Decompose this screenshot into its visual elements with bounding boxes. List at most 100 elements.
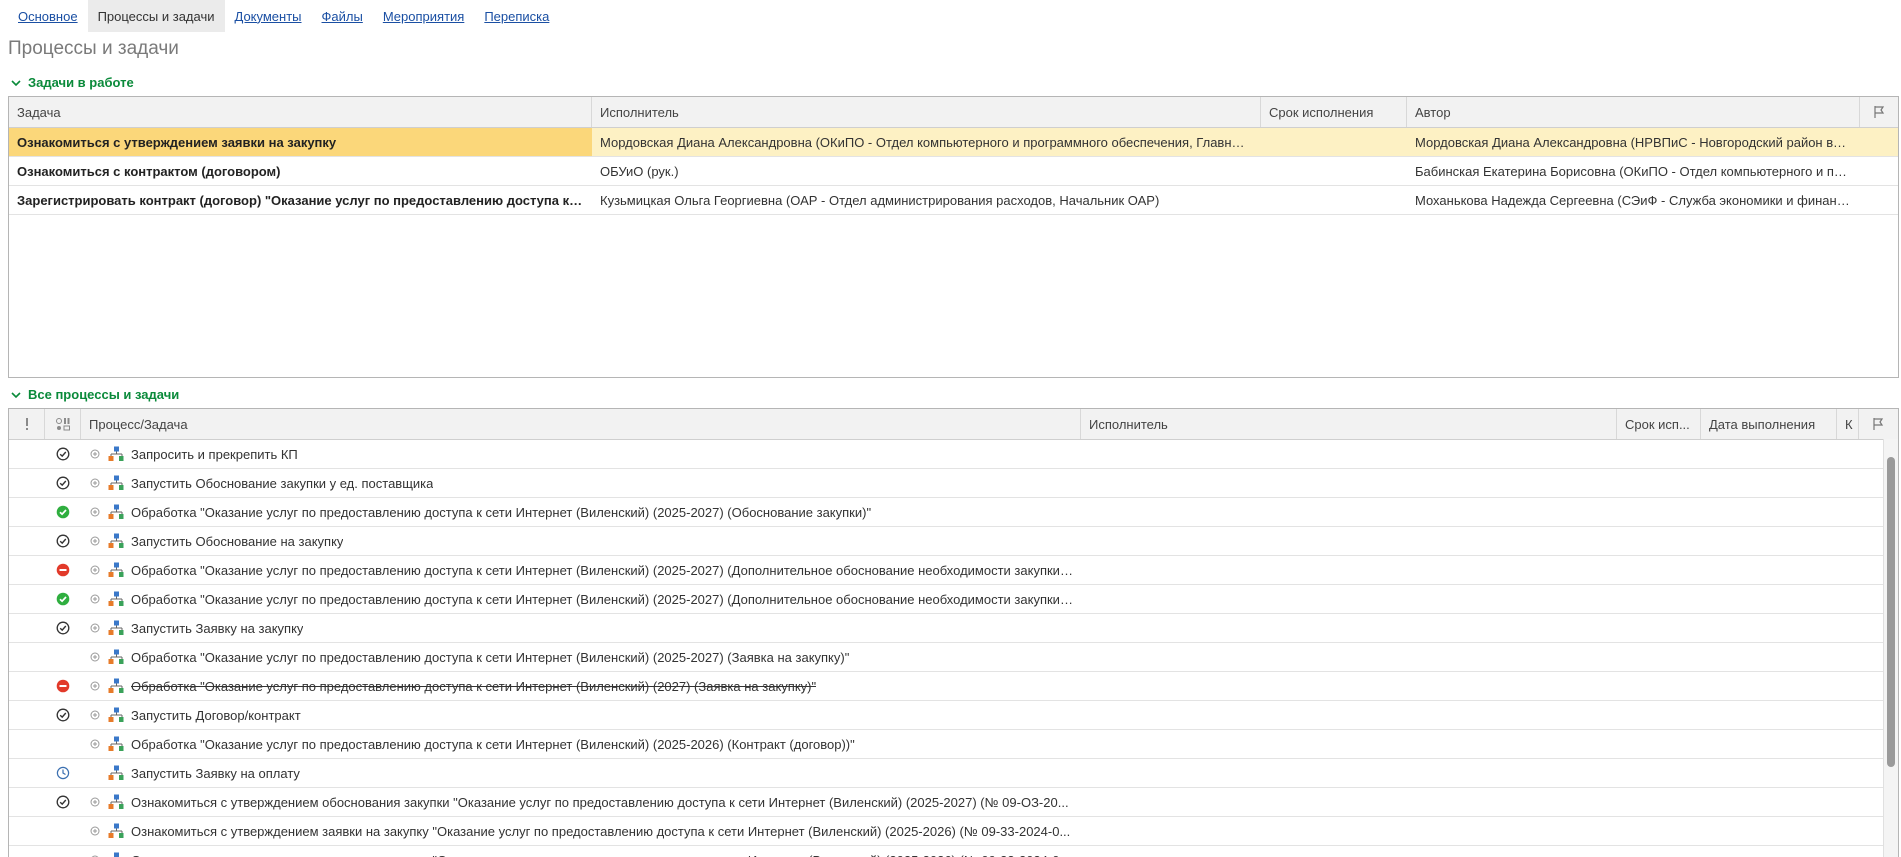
cell-deadline (1617, 643, 1701, 671)
vertical-scrollbar[interactable] (1883, 439, 1898, 857)
cell-state (45, 846, 81, 857)
tab-0[interactable]: Основное (8, 0, 88, 32)
tab-2[interactable]: Документы (225, 0, 312, 32)
col-deadline-header[interactable]: Срок исп... (1617, 409, 1701, 439)
process-icon-slot (107, 823, 125, 839)
col-flag-header[interactable] (1860, 97, 1898, 127)
process-title: Обработка "Оказание услуг по предоставле… (131, 505, 871, 520)
cell-executor (1081, 527, 1617, 555)
task-text: Ознакомиться с контрактом (договором) (17, 164, 281, 179)
table-row[interactable]: Обработка "Оказание услуг по предоставле… (9, 585, 1898, 614)
business-process-icon (108, 504, 124, 520)
state-columns-icon (55, 417, 71, 431)
expand-plus-icon[interactable] (90, 449, 100, 459)
business-process-icon (108, 475, 124, 491)
table-row[interactable]: Ознакомиться с утверждением заявки на за… (9, 817, 1898, 846)
tab-4[interactable]: Мероприятия (373, 0, 475, 32)
cell-process: Обработка "Оказание услуг по предоставле… (81, 643, 1081, 671)
cell-importance (9, 585, 45, 613)
col-task-header[interactable]: Задача (9, 97, 592, 127)
business-process-icon (108, 852, 124, 857)
table-row[interactable]: Обработка "Оказание услуг по предоставле… (9, 730, 1898, 759)
expand-plus-icon[interactable] (90, 536, 100, 546)
cell-executor (1081, 672, 1617, 700)
expand-plus-icon[interactable] (90, 710, 100, 720)
cell-process: Обработка "Оказание услуг по предоставле… (81, 730, 1081, 758)
cell-state (45, 469, 81, 497)
author-text: Моханькова Надежда Сергеевна (СЭиФ - Слу… (1415, 193, 1852, 208)
expand-plus-icon[interactable] (90, 652, 100, 662)
scrollbar-thumb[interactable] (1887, 457, 1895, 767)
table-row[interactable]: Ознакомиться с утверждением заявки на за… (9, 846, 1898, 857)
col-flag-header[interactable] (1859, 409, 1896, 439)
process-title: Обработка "Оказание услуг по предоставле… (131, 737, 855, 752)
expand-plus-icon[interactable] (90, 623, 100, 633)
col-author-header[interactable]: Автор (1407, 97, 1860, 127)
cell-importance (9, 788, 45, 816)
process-icon-slot (107, 591, 125, 607)
expand-plus-icon[interactable] (90, 478, 100, 488)
table-row[interactable]: Обработка "Оказание услуг по предоставле… (9, 672, 1898, 701)
table-row[interactable]: Запустить Обоснование закупки у ед. пост… (9, 469, 1898, 498)
expand-plus-icon[interactable] (90, 681, 100, 691)
completed-check-icon (56, 534, 70, 548)
cell-executor (1081, 730, 1617, 758)
expand-slot (89, 623, 101, 633)
table-row[interactable]: Запустить Обоснование на закупку (9, 527, 1898, 556)
cell-deadline (1617, 469, 1701, 497)
table-row[interactable]: Запросить и прекрепить КП (9, 440, 1898, 469)
chevron-down-icon (10, 389, 22, 401)
table-row[interactable]: Запустить Договор/контракт (9, 701, 1898, 730)
col-process-header[interactable]: Процесс/Задача (81, 409, 1081, 439)
table-row[interactable]: Ознакомиться с утверждением заявки на за… (9, 128, 1898, 157)
expand-slot (89, 681, 101, 691)
expand-plus-icon[interactable] (90, 826, 100, 836)
table-row[interactable]: Ознакомиться с контрактом (договором) ОБУ… (9, 157, 1898, 186)
col-done-date-header[interactable]: Дата выполнения (1701, 409, 1837, 439)
process-title: Ознакомиться с утверждением заявки на за… (131, 824, 1070, 839)
expand-slot (89, 565, 101, 575)
executor-text: Кузьмицкая Ольга Георгиевна (ОАР - Отдел… (600, 193, 1159, 208)
tab-3[interactable]: Файлы (312, 0, 373, 32)
col-executor-header[interactable]: Исполнитель (1081, 409, 1617, 439)
process-icon-slot (107, 649, 125, 665)
expand-plus-icon[interactable] (90, 594, 100, 604)
business-process-icon (108, 678, 124, 694)
col-k-header[interactable]: К (1837, 409, 1859, 439)
cell-executor (1081, 556, 1617, 584)
group-all-processes-header[interactable]: Все процессы и задачи (10, 387, 179, 402)
completed-check-icon (56, 447, 70, 461)
cell-importance (9, 846, 45, 857)
cell-process: Запустить Обоснование на закупку (81, 527, 1081, 555)
cell-executor: ОБУиО (рук.) (592, 157, 1261, 185)
group-tasks-in-work-header[interactable]: Задачи в работе (10, 75, 134, 90)
table-row[interactable]: Ознакомиться с утверждением обоснования … (9, 788, 1898, 817)
col-importance-header[interactable] (9, 409, 45, 439)
expand-plus-icon[interactable] (90, 797, 100, 807)
cell-process: Запустить Договор/контракт (81, 701, 1081, 729)
expand-slot (89, 826, 101, 836)
table-row[interactable]: Обработка "Оказание услуг по предоставле… (9, 498, 1898, 527)
expand-plus-icon[interactable] (90, 565, 100, 575)
tab-5[interactable]: Переписка (474, 0, 559, 32)
tab-1[interactable]: Процессы и задачи (88, 0, 225, 32)
tasks-in-work-table[interactable]: Задача Исполнитель Срок исполнения Автор… (8, 96, 1899, 378)
process-icon-slot (107, 446, 125, 462)
table-row[interactable]: Запустить Заявку на закупку (9, 614, 1898, 643)
col-executor-header[interactable]: Исполнитель (592, 97, 1261, 127)
executor-text: ОБУиО (рук.) (600, 164, 679, 179)
table-row[interactable]: Обработка "Оказание услуг по предоставле… (9, 556, 1898, 585)
table-row[interactable]: Зарегистрировать контракт (договор) "Ока… (9, 186, 1898, 215)
cell-task: Ознакомиться с утверждением заявки на за… (9, 128, 592, 156)
col-state-header[interactable] (45, 409, 81, 439)
cell-deadline (1617, 672, 1701, 700)
all-processes-table[interactable]: Процесс/Задача Исполнитель Срок исп... Д… (8, 408, 1899, 857)
cell-importance (9, 527, 45, 555)
completed-check-icon (56, 795, 70, 809)
col-deadline-header[interactable]: Срок исполнения (1261, 97, 1407, 127)
expand-plus-icon[interactable] (90, 739, 100, 749)
table-row[interactable]: Обработка "Оказание услуг по предоставле… (9, 643, 1898, 672)
expand-plus-icon[interactable] (90, 507, 100, 517)
business-process-icon (108, 446, 124, 462)
table-row[interactable]: Запустить Заявку на оплату (9, 759, 1898, 788)
